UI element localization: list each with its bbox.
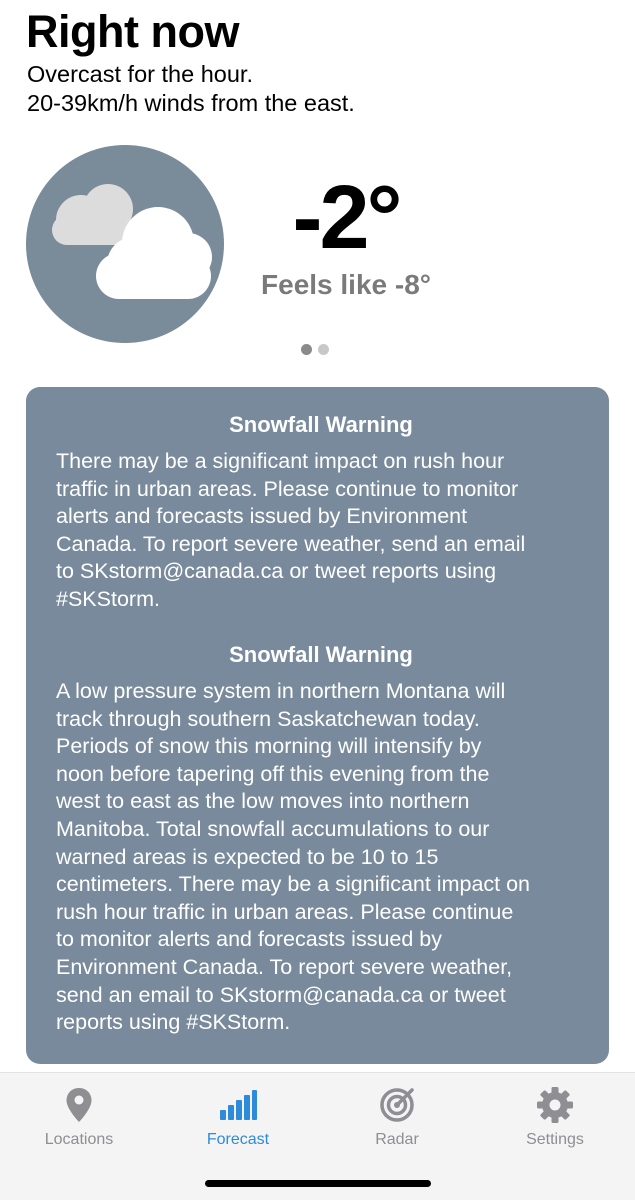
- alert-text-line: Canada. To report severe weather, send a…: [56, 531, 526, 556]
- gear-icon: [537, 1087, 573, 1123]
- alert-text-line: traffic in urban areas. Please continue …: [56, 476, 519, 501]
- alert-text-line: centimeters. There may be a significant …: [56, 872, 531, 897]
- alert-text-line: Manitoba. Total snowfall accumulations t…: [56, 816, 490, 841]
- weather-screen: Right now Overcast for the hour. 20-39km…: [0, 0, 635, 1200]
- tab-label: Radar: [375, 1131, 419, 1148]
- alert-text-line: Periods of snow this morning will intens…: [56, 734, 482, 759]
- page-dot-2[interactable]: [318, 344, 329, 355]
- alert-title: Snowfall Warning: [229, 642, 413, 667]
- page-title: Right now: [26, 6, 239, 57]
- alert-body: There may be a significant impact on rus…: [56, 448, 586, 614]
- alert-text-line: alerts and forecasts issued by Environme…: [56, 504, 468, 529]
- alert-text-line: track through southern Saskatchewan toda…: [56, 706, 480, 731]
- tab-label: Settings: [526, 1131, 584, 1148]
- alert-text-line: reports using #SKStorm.: [56, 1010, 291, 1035]
- alert-text-line: A low pressure system in northern Montan…: [56, 679, 506, 703]
- cloud-icon: [52, 184, 212, 299]
- alert-text-line: There may be a significant impact on rus…: [56, 449, 505, 473]
- feels-like-temperature: Feels like -8°: [261, 269, 431, 300]
- tab-radar[interactable]: Radar: [327, 1085, 467, 1155]
- alert-title: Snowfall Warning: [229, 412, 413, 437]
- alert-text-line: rush hour traffic in urban areas. Please…: [56, 899, 514, 924]
- alert-text-line: warned areas is expected to be 10 to 15: [56, 844, 439, 869]
- alert-text-line: Environment Canada. To report severe wea…: [56, 954, 513, 979]
- alert-body: A low pressure system in northern Montan…: [56, 678, 586, 1037]
- current-summary: Overcast for the hour. 20-39km/h winds f…: [27, 60, 355, 118]
- current-temperature: -2°: [292, 168, 402, 268]
- tab-bar: Locations Forecast Radar Settings: [0, 1072, 635, 1200]
- bar-chart-icon: [220, 1090, 257, 1120]
- tab-locations[interactable]: Locations: [9, 1085, 149, 1155]
- alert-item: Snowfall Warning There may be a signific…: [56, 412, 586, 614]
- weather-alerts-card: Snowfall Warning There may be a signific…: [26, 387, 609, 1064]
- alert-text-line: to SKstorm@canada.ca or tweet reports us…: [56, 559, 497, 584]
- alert-text-line: noon before tapering off this evening fr…: [56, 761, 490, 786]
- alert-item: Snowfall Warning A low pressure system i…: [56, 642, 586, 1037]
- summary-line-wind: 20-39km/h winds from the east.: [27, 90, 355, 116]
- tab-forecast[interactable]: Forecast: [168, 1085, 308, 1155]
- alert-text-line: west to east as the low moves into north…: [56, 789, 470, 814]
- radar-icon: [380, 1088, 414, 1122]
- alert-text-line: send an email to SKstorm@canada.ca or tw…: [56, 982, 506, 1007]
- tab-settings[interactable]: Settings: [485, 1085, 625, 1155]
- alert-text-line: #SKStorm.: [56, 586, 160, 611]
- page-dot-1[interactable]: [301, 344, 312, 355]
- summary-line-conditions: Overcast for the hour.: [27, 61, 253, 87]
- tab-label: Locations: [44, 1131, 114, 1148]
- alert-text-line: to monitor alerts and forecasts issued b…: [56, 927, 442, 952]
- weather-condition-badge: [26, 145, 224, 343]
- map-pin-icon: [66, 1088, 92, 1122]
- home-indicator[interactable]: [205, 1180, 431, 1187]
- page-indicator[interactable]: [301, 344, 329, 355]
- tab-label: Forecast: [206, 1131, 270, 1148]
